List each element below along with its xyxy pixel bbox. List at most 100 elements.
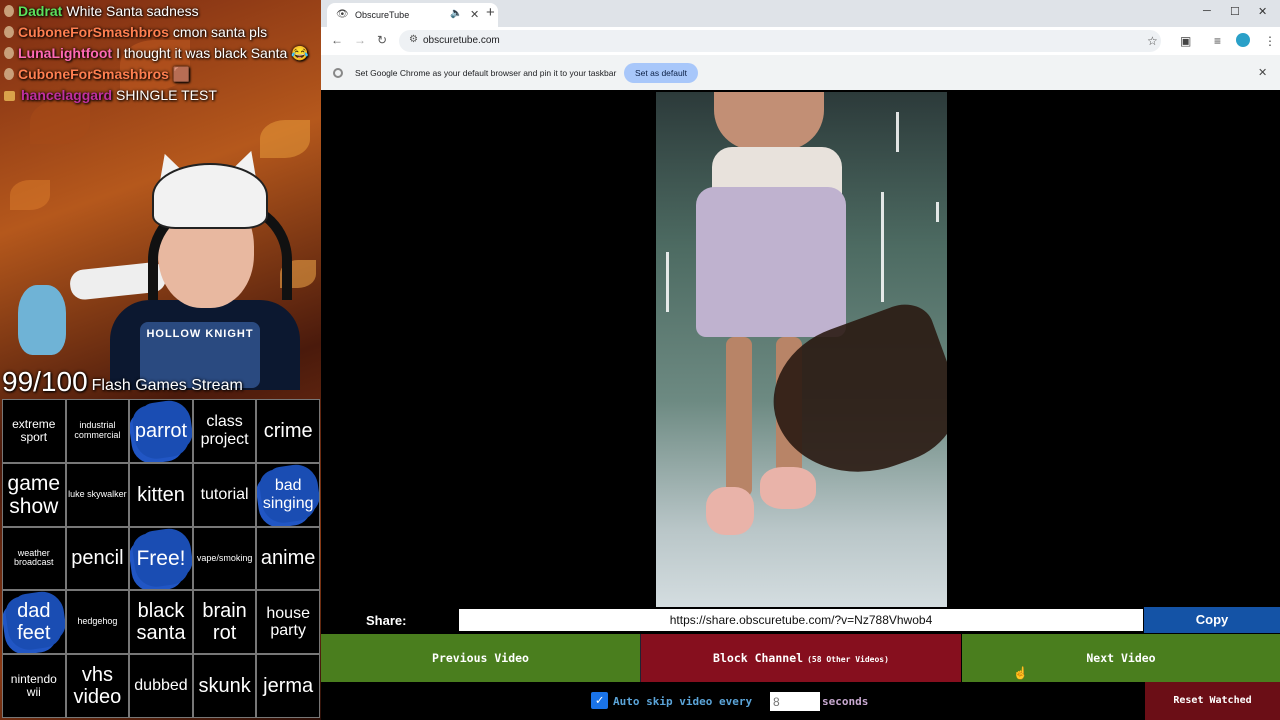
- bingo-cell: pencil: [65, 526, 130, 591]
- chat-text: SHINGLE TEST: [116, 87, 217, 103]
- video-light: [666, 252, 669, 312]
- bingo-board: extreme sport industrial commercial parrot…: [2, 399, 320, 718]
- cast-icon[interactable]: ▣: [1180, 34, 1191, 48]
- back-icon[interactable]: ←: [331, 33, 343, 47]
- counter-value: 99/100: [2, 366, 88, 397]
- window-close-icon[interactable]: ✕: [1258, 5, 1267, 18]
- copy-button[interactable]: Copy: [1144, 607, 1280, 633]
- bookmark-star-icon[interactable]: ☆: [1147, 34, 1158, 48]
- bingo-cell-label: dubbed: [134, 677, 188, 695]
- plush-figure: [18, 285, 66, 355]
- share-url-field[interactable]: https://share.obscuretube.com/?v=Nz788Vh…: [459, 609, 1143, 631]
- chat-message: hancelaggard SHINGLE TEST: [0, 84, 321, 105]
- bingo-cell: weather broadcast: [2, 526, 66, 591]
- tab-obscuretube[interactable]: 👁 ObscureTube 🔈 ✕: [327, 3, 498, 27]
- bingo-cell: brain rot: [192, 590, 257, 655]
- bingo-cell-label: jerma: [263, 675, 314, 698]
- chat-badge-icon: [4, 47, 14, 59]
- site-info-icon[interactable]: ⚙: [409, 34, 418, 45]
- next-video-button[interactable]: Next Video: [962, 634, 1280, 682]
- bingo-cell: crime: [256, 399, 320, 463]
- block-channel-label: Block Channel: [713, 651, 804, 665]
- bingo-cell-label: dad feet: [17, 600, 51, 645]
- reload-icon[interactable]: ↻: [377, 33, 387, 47]
- media-icon[interactable]: ≡: [1214, 34, 1221, 48]
- eye-icon: 👁: [336, 9, 349, 20]
- chrome-icon: [333, 68, 343, 78]
- chat-text: 🟫: [172, 66, 191, 82]
- address-bar[interactable]: ⚙ obscuretube.com: [399, 30, 1161, 52]
- bingo-cell: Free!: [129, 526, 193, 591]
- share-bar: Share: https://share.obscuretube.com/?v=…: [321, 607, 1280, 634]
- bingo-cell: luke skywalker: [65, 462, 130, 527]
- bingo-cell-label: pencil: [71, 547, 124, 570]
- bingo-cell-label: vape/smoking: [196, 552, 253, 563]
- bingo-cell: dad feet: [2, 590, 66, 655]
- browser-toolbar: ← → ↻ ⚙ obscuretube.com ☆ ▣ ≡ ⋮: [321, 27, 1280, 55]
- minimize-icon[interactable]: ─: [1203, 5, 1211, 17]
- bingo-cell-label: tutorial: [200, 485, 249, 503]
- bingo-cell: industrial commercial: [65, 399, 130, 463]
- bingo-cell-label: luke skywalker: [68, 488, 127, 499]
- chat-badge-icon: [4, 26, 14, 38]
- auto-skip-checkbox[interactable]: ✓: [591, 692, 608, 709]
- hand-cursor-icon: ☝: [1013, 666, 1028, 680]
- bingo-cell: class project: [192, 399, 257, 463]
- share-label: Share:: [366, 613, 407, 628]
- infobar-close-icon[interactable]: ✕: [1258, 66, 1267, 79]
- bingo-cell: anime: [256, 526, 320, 591]
- bingo-cell: kitten: [129, 462, 193, 527]
- bingo-cell-label: kitten: [137, 483, 185, 506]
- video-light: [936, 202, 939, 222]
- child-leg: [726, 337, 752, 497]
- chat-username: hancelaggard: [21, 87, 113, 103]
- browser-window: 👁 ObscureTube 🔈 ✕ + ─ ☐ ✕ ← → ↻ ⚙ obscur…: [321, 0, 1280, 720]
- block-channel-button[interactable]: Block Channel (58 Other Videos): [641, 634, 961, 682]
- forward-icon[interactable]: →: [354, 33, 366, 47]
- set-default-button[interactable]: Set as default: [624, 63, 698, 83]
- bingo-cell: skunk: [192, 654, 257, 718]
- bingo-cell-label: skunk: [198, 675, 251, 698]
- maximize-icon[interactable]: ☐: [1230, 5, 1240, 18]
- chat-text: cmon santa pls: [172, 24, 268, 40]
- chat-username: Dadrat: [18, 3, 63, 19]
- stream-title: Flash Games Stream: [91, 377, 243, 394]
- speaker-icon[interactable]: 🔈: [450, 8, 462, 19]
- bingo-cell-label: extreme sport: [12, 416, 56, 444]
- reset-watched-button[interactable]: Reset Watched: [1145, 682, 1280, 720]
- bingo-cell-label: class project: [200, 413, 249, 448]
- chat-username: LunaLightfoot: [18, 45, 113, 61]
- bingo-cell: jerma: [256, 654, 320, 718]
- bingo-counter: 99/100 Flash Games Stream: [2, 366, 243, 398]
- bingo-cell: nintendo wii: [2, 654, 66, 718]
- bingo-cell-label: nintendo wii: [10, 671, 57, 700]
- bingo-cell-label: bad singing: [262, 477, 314, 512]
- video-player[interactable]: [656, 92, 947, 607]
- tab-close-icon[interactable]: ✕: [470, 8, 479, 21]
- bingo-cell: black santa: [129, 590, 193, 655]
- video-light: [881, 192, 884, 302]
- chat-badge-icon: [4, 68, 14, 80]
- video-light: [896, 112, 899, 152]
- new-tab-icon[interactable]: +: [486, 4, 495, 21]
- skip-seconds-input[interactable]: [770, 692, 820, 711]
- previous-video-label: Previous Video: [432, 651, 529, 665]
- bingo-cell-label: house party: [266, 604, 310, 640]
- bingo-cell: extreme sport: [2, 399, 66, 463]
- profile-avatar[interactable]: [1236, 33, 1250, 47]
- bingo-cell-label: Free!: [136, 546, 186, 570]
- child-figure: [714, 92, 824, 150]
- bingo-cell: vhs video: [65, 654, 130, 718]
- bingo-cell-label: brain rot: [202, 600, 247, 645]
- child-shoe: [706, 487, 754, 535]
- bingo-cell: tutorial: [192, 462, 257, 527]
- previous-video-button[interactable]: Previous Video: [321, 634, 641, 682]
- block-channel-count: (58 Other Videos): [807, 655, 889, 664]
- bingo-cell-label: parrot: [134, 419, 188, 442]
- chat-message: CuboneForSmashbros cmon santa pls: [0, 21, 321, 42]
- bingo-cell-label: industrial commercial: [74, 420, 121, 440]
- menu-kebab-icon[interactable]: ⋮: [1264, 34, 1276, 48]
- chat-text: White Santa sadness: [66, 3, 199, 19]
- bingo-cell: hedgehog: [65, 590, 130, 655]
- tab-title: ObscureTube: [355, 10, 410, 20]
